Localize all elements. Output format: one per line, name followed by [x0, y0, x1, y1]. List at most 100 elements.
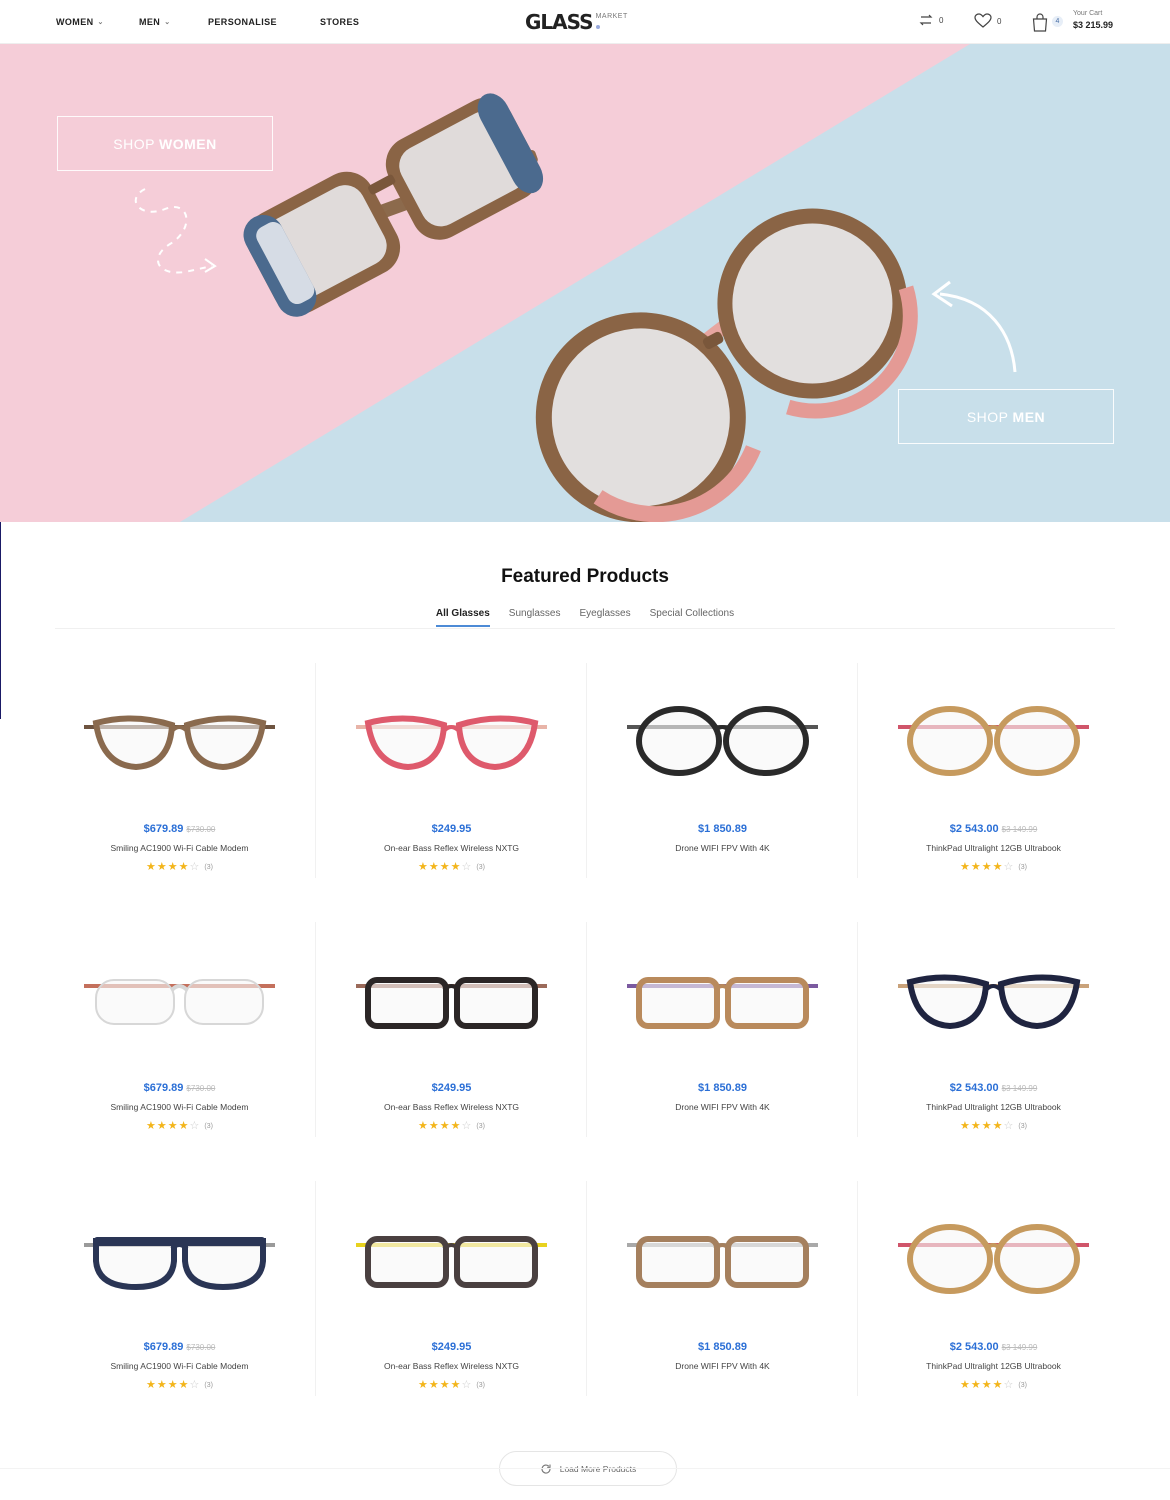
nav-personalise[interactable]: PERSONALISE	[208, 17, 277, 27]
product-card[interactable]: $679.89 $730.00 Smiling AC1900 Wi-Fi Cable…	[44, 922, 315, 1137]
review-count: (3)	[204, 864, 213, 871]
review-count: (3)	[476, 1123, 485, 1130]
shop-men-prefix: SHOP	[966, 408, 1009, 425]
product-name[interactable]: Smiling AC1900 Wi-Fi Cable Modem	[44, 1102, 315, 1112]
cart-button[interactable]	[1032, 13, 1048, 32]
product-image[interactable]	[74, 683, 285, 793]
compare-button[interactable]: 0	[918, 13, 943, 27]
star-icon: ★	[970, 861, 982, 873]
current-price: $249.95	[431, 823, 472, 835]
product-rating: ★★★★☆ (3)	[858, 1378, 1129, 1391]
product-card[interactable]: $679.89 $730.00 Smiling AC1900 Wi-Fi Cable…	[44, 663, 315, 878]
product-card[interactable]: $249.95 On-ear Bass Reflex Wireless NXTG ★…	[315, 922, 586, 1137]
review-count: (3)	[204, 1123, 213, 1130]
star-icon: ★	[439, 861, 451, 873]
star-icon: ★	[178, 861, 190, 873]
review-count: (3)	[476, 864, 485, 871]
current-price: $1 850.89	[698, 823, 747, 835]
product-name[interactable]: On-ear Bass Reflex Wireless NXTG	[316, 1102, 587, 1112]
nav-men[interactable]: MEN ⌄	[139, 17, 170, 27]
product-price: $679.89 $730.00	[44, 1341, 315, 1353]
shop-men-button[interactable]: SHOP MEN	[898, 389, 1114, 444]
current-price: $679.89	[143, 823, 184, 835]
product-card[interactable]: $1 850.89 Drone WIFI FPV With 4K	[586, 922, 857, 1137]
product-card[interactable]: $2 543.00 $3 149.99 ThinkPad Ultralight 12…	[857, 922, 1128, 1137]
product-image[interactable]	[74, 1201, 285, 1311]
review-count: (3)	[476, 1382, 485, 1389]
tab-sunglasses[interactable]: Sunglasses	[509, 608, 561, 627]
product-card[interactable]: $1 850.89 Drone WIFI FPV With 4K	[586, 663, 857, 878]
product-price: $2 543.00 $3 149.99	[858, 1082, 1129, 1094]
product-name[interactable]: Smiling AC1900 Wi-Fi Cable Modem	[44, 1361, 315, 1371]
old-price: $3 149.99	[1001, 1084, 1038, 1093]
product-image[interactable]	[74, 942, 285, 1052]
product-name[interactable]: On-ear Bass Reflex Wireless NXTG	[316, 1361, 587, 1371]
star-icon: ★	[450, 1120, 462, 1132]
product-name[interactable]: Drone WIFI FPV With 4K	[587, 843, 858, 853]
product-name[interactable]: On-ear Bass Reflex Wireless NXTG	[316, 843, 587, 853]
product-rating: ★★★★☆ (3)	[44, 860, 315, 873]
tab-special-collections[interactable]: Special Collections	[650, 608, 735, 627]
product-price: $249.95	[316, 1082, 587, 1094]
current-price: $2 543.00	[949, 1341, 999, 1353]
product-price: $679.89 $730.00	[44, 1082, 315, 1094]
cart-label: Your Cart	[1073, 10, 1103, 17]
site-logo[interactable]: GLASS MARKET	[525, 11, 628, 33]
shop-women-button[interactable]: SHOP WOMEN	[57, 116, 273, 171]
star-icon: ☆	[1003, 1120, 1015, 1132]
review-count: (3)	[1018, 1382, 1027, 1389]
wishlist-count: 0	[997, 16, 1002, 26]
wishlist-button[interactable]: 0	[974, 13, 1001, 29]
nav-women[interactable]: WOMEN ⌄	[56, 17, 104, 27]
star-icon: ★	[178, 1379, 190, 1391]
nav-women-label: WOMEN	[56, 17, 94, 27]
tab-eyeglasses[interactable]: Eyeglasses	[579, 608, 630, 627]
star-icon: ★	[418, 861, 429, 873]
star-icon: ★	[167, 1120, 179, 1132]
product-image[interactable]	[617, 1201, 828, 1311]
product-rating: ★★★★☆ (3)	[858, 860, 1129, 873]
product-image[interactable]	[346, 942, 557, 1052]
product-card[interactable]: $1 850.89 Drone WIFI FPV With 4K	[586, 1181, 857, 1396]
product-image[interactable]	[617, 683, 828, 793]
product-name[interactable]: Drone WIFI FPV With 4K	[587, 1361, 858, 1371]
product-name[interactable]: Smiling AC1900 Wi-Fi Cable Modem	[44, 843, 315, 853]
product-image[interactable]	[346, 1201, 557, 1311]
product-rating: ★★★★☆ (3)	[316, 1378, 587, 1391]
product-image[interactable]	[888, 683, 1099, 793]
star-icon: ★	[167, 1379, 179, 1391]
product-image[interactable]	[617, 942, 828, 1052]
product-card[interactable]: $2 543.00 $3 149.99 ThinkPad Ultralight 12…	[857, 1181, 1128, 1396]
product-name[interactable]: Drone WIFI FPV With 4K	[587, 1102, 858, 1112]
product-card[interactable]: $679.89 $730.00 Smiling AC1900 Wi-Fi Cable…	[44, 1181, 315, 1396]
star-icon: ★	[960, 861, 971, 873]
product-card[interactable]: $2 543.00 $3 149.99 ThinkPad Ultralight 12…	[857, 663, 1128, 878]
star-icon: ☆	[189, 1379, 201, 1391]
current-price: $1 850.89	[698, 1341, 747, 1353]
product-card[interactable]: $249.95 On-ear Bass Reflex Wireless NXTG ★…	[315, 663, 586, 878]
star-icon: ★	[439, 1379, 451, 1391]
star-icon: ★	[146, 1120, 157, 1132]
hero-banner: SHOP WOMEN SHOP MEN	[0, 44, 1170, 522]
star-icon: ★	[970, 1379, 982, 1391]
nav-stores[interactable]: STORES	[320, 17, 359, 27]
product-name[interactable]: ThinkPad Ultralight 12GB Ultrabook	[858, 1102, 1129, 1112]
product-card[interactable]: $249.95 On-ear Bass Reflex Wireless NXTG ★…	[315, 1181, 586, 1396]
product-price: $1 850.89	[587, 1341, 858, 1353]
product-name[interactable]: ThinkPad Ultralight 12GB Ultrabook	[858, 1361, 1129, 1371]
current-price: $679.89	[143, 1341, 184, 1353]
tab-all-glasses[interactable]: All Glasses	[435, 608, 490, 627]
product-rating: ★★★★☆ (3)	[44, 1119, 315, 1132]
star-icon: ☆	[461, 861, 473, 873]
product-image[interactable]	[346, 683, 557, 793]
product-name[interactable]: ThinkPad Ultralight 12GB Ultrabook	[858, 843, 1129, 853]
star-icon: ★	[981, 1379, 993, 1391]
cart-total[interactable]: $3 215.99	[1073, 20, 1113, 30]
review-count: (3)	[1018, 864, 1027, 871]
site-header: WOMEN ⌄ MEN ⌄ PERSONALISE STORES GLASS M…	[0, 0, 1170, 44]
product-image[interactable]	[888, 1201, 1099, 1311]
current-price: $2 543.00	[949, 1082, 999, 1094]
star-icon: ★	[992, 1379, 1004, 1391]
product-image[interactable]	[888, 942, 1099, 1052]
star-icon: ★	[428, 1379, 440, 1391]
